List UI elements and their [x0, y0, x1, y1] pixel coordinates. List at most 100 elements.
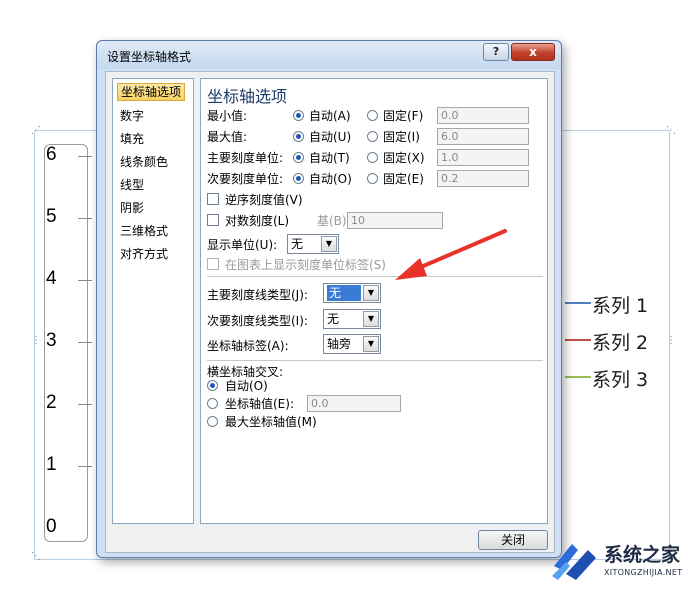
close-button[interactable]: 关闭	[478, 530, 548, 550]
resize-handle-bottom-left[interactable]: ⋱	[31, 552, 41, 562]
y-tick-label: 3	[46, 330, 57, 351]
y-tick-label: 1	[46, 454, 57, 475]
cross-value-field[interactable]: 0.0	[307, 395, 401, 412]
legend-line	[565, 339, 591, 341]
legend-label: 系列 1	[592, 295, 649, 317]
max-value-field[interactable]: 6.0	[437, 128, 529, 145]
log-scale-checkbox[interactable]	[207, 214, 219, 226]
cross-max-label: 最大坐标轴值(M)	[225, 415, 317, 429]
major-unit-fixed-radio[interactable]	[367, 152, 378, 163]
y-tick-mark	[78, 156, 92, 157]
cross-auto-label: 自动(O)	[225, 379, 268, 393]
resize-handle-top-left[interactable]: ⋰	[31, 126, 41, 136]
y-tick-label: 0	[46, 516, 57, 537]
y-tick-label: 2	[46, 392, 57, 413]
major-tick-value: 无	[327, 285, 362, 301]
minor-unit-fixed-label: 固定(E)	[383, 172, 424, 186]
major-tick-label: 主要刻度线类型(J):	[207, 288, 308, 302]
help-button[interactable]: ?	[483, 43, 509, 61]
watermark: 系统之家 XITONGZHIJIA.NET	[548, 536, 698, 586]
major-unit-label: 主要刻度单位:	[207, 151, 284, 165]
axis-labels-value: 轴旁	[327, 337, 352, 351]
dialog-body: 坐标轴选项 数字 填充 线条颜色 线型 阴影 三维格式 对齐方式 坐标轴选项 最…	[105, 71, 555, 553]
display-units-select[interactable]: 无 ▼	[287, 234, 339, 254]
category-axis-options[interactable]: 坐标轴选项	[117, 83, 186, 101]
resize-handle-left[interactable]: ⋮	[31, 336, 41, 346]
cross-value-label: 坐标轴值(E):	[225, 397, 294, 411]
category-fill[interactable]: 填充	[117, 130, 147, 148]
chevron-down-icon[interactable]: ▼	[363, 285, 379, 301]
minor-tick-value: 无	[327, 312, 340, 326]
axis-labels-label: 坐标轴标签(A):	[207, 339, 289, 353]
chevron-down-icon[interactable]: ▼	[363, 311, 379, 327]
min-value-field[interactable]: 0.0	[437, 107, 529, 124]
y-tick-label: 6	[46, 144, 57, 165]
y-tick-mark	[78, 280, 92, 281]
y-tick-mark	[78, 466, 92, 467]
cross-value-radio[interactable]	[207, 398, 218, 409]
cross-auto-radio[interactable]	[207, 380, 218, 391]
resize-handle-right[interactable]: ⋮	[666, 336, 676, 346]
minor-unit-fixed-radio[interactable]	[367, 173, 378, 184]
watermark-name: 系统之家	[604, 544, 681, 566]
cross-max-radio[interactable]	[207, 416, 218, 427]
major-tick-select[interactable]: 无 ▼	[323, 283, 381, 303]
dialog-title: 设置坐标轴格式	[107, 50, 192, 64]
major-unit-auto-radio[interactable]	[293, 152, 304, 163]
reverse-order-checkbox[interactable]	[207, 193, 219, 205]
y-tick-label: 5	[46, 206, 57, 227]
min-label: 最小值:	[207, 109, 248, 123]
minor-unit-field[interactable]: 0.2	[437, 170, 529, 187]
max-auto-radio[interactable]	[293, 131, 304, 142]
category-shadow[interactable]: 阴影	[117, 199, 147, 217]
minor-tick-select[interactable]: 无 ▼	[323, 309, 381, 329]
major-unit-fixed-label: 固定(X)	[383, 151, 425, 165]
section-title: 坐标轴选项	[207, 87, 288, 106]
max-label: 最大值:	[207, 130, 248, 144]
category-number[interactable]: 数字	[117, 107, 147, 125]
y-tick-mark	[78, 218, 92, 219]
divider	[207, 360, 543, 361]
major-unit-auto-label: 自动(T)	[309, 151, 350, 165]
watermark-logo-icon	[552, 544, 596, 580]
max-fixed-radio[interactable]	[367, 131, 378, 142]
min-fixed-label: 固定(F)	[383, 109, 424, 123]
legend-line	[565, 302, 591, 304]
major-unit-field[interactable]: 1.0	[437, 149, 529, 166]
category-3d-format[interactable]: 三维格式	[117, 222, 171, 240]
max-fixed-label: 固定(I)	[383, 130, 420, 144]
minor-tick-label: 次要刻度线类型(I):	[207, 314, 308, 328]
legend-line	[565, 376, 591, 378]
minor-unit-auto-radio[interactable]	[293, 173, 304, 184]
chevron-down-icon[interactable]: ▼	[321, 236, 337, 252]
axis-options-panel: 坐标轴选项 最小值: 自动(A) 固定(F) 0.0 最大值: 自动(U) 固定…	[200, 78, 548, 524]
axis-labels-select[interactable]: 轴旁 ▼	[323, 334, 381, 354]
y-tick-mark	[78, 404, 92, 405]
show-units-label: 在图表上显示刻度单位标签(S)	[225, 258, 386, 272]
display-units-label: 显示单位(U):	[207, 238, 278, 252]
max-auto-label: 自动(U)	[309, 130, 352, 144]
min-auto-label: 自动(A)	[309, 109, 351, 123]
y-tick-label: 4	[46, 268, 57, 289]
reverse-order-label: 逆序刻度值(V)	[225, 193, 303, 207]
minor-unit-label: 次要刻度单位:	[207, 172, 284, 186]
watermark-url: XITONGZHIJIA.NET	[604, 568, 683, 577]
close-window-button[interactable]: x	[511, 43, 555, 61]
min-auto-radio[interactable]	[293, 110, 304, 121]
chevron-down-icon[interactable]: ▼	[363, 336, 379, 352]
minor-unit-auto-label: 自动(O)	[309, 172, 352, 186]
log-base-field[interactable]: 10	[347, 212, 443, 229]
category-alignment[interactable]: 对齐方式	[117, 245, 171, 263]
resize-handle-top-right[interactable]: ⋱	[666, 126, 676, 136]
legend-label: 系列 3	[592, 369, 649, 391]
log-scale-label: 对数刻度(L)	[225, 214, 290, 228]
format-axis-dialog: 设置坐标轴格式 ? x 坐标轴选项 数字 填充 线条颜色 线型 阴影 三维格式 …	[96, 40, 562, 558]
category-line-color[interactable]: 线条颜色	[117, 153, 171, 171]
y-tick-mark	[78, 342, 92, 343]
show-units-checkbox[interactable]	[207, 258, 219, 270]
min-fixed-radio[interactable]	[367, 110, 378, 121]
category-line-style[interactable]: 线型	[117, 176, 147, 194]
divider	[207, 276, 543, 277]
dialog-titlebar[interactable]: 设置坐标轴格式 ? x	[97, 41, 561, 69]
category-list: 坐标轴选项 数字 填充 线条颜色 线型 阴影 三维格式 对齐方式	[112, 78, 194, 524]
